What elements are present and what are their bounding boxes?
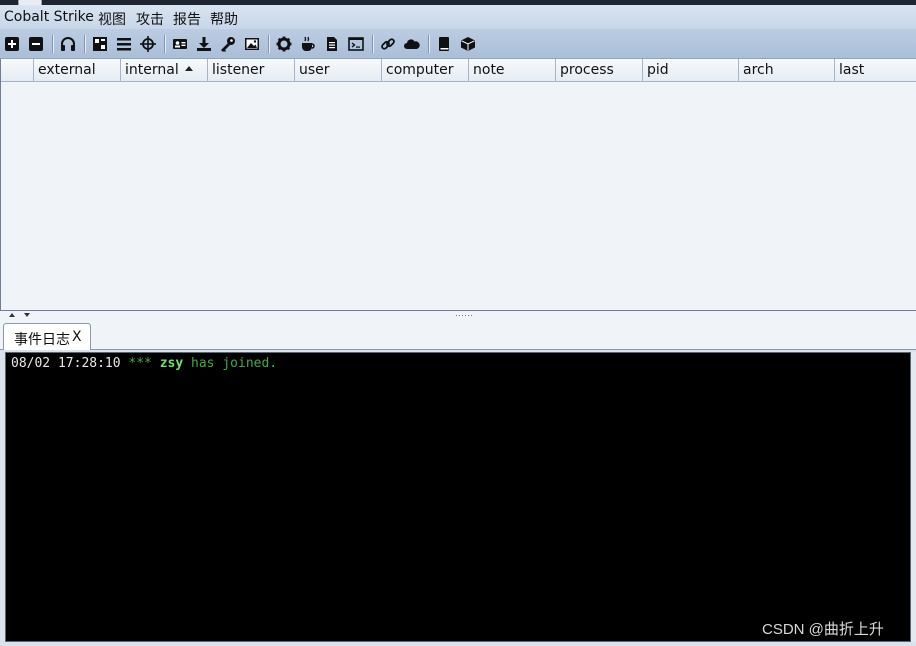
column-header-computer[interactable]: computer <box>382 59 469 82</box>
disconnect-icon[interactable] <box>27 35 45 53</box>
column-header-internal-label: internal <box>125 62 179 78</box>
event-log-console[interactable]: 08/02 17:28:10 *** zsy has joined. <box>5 352 911 642</box>
watermark: CSDN @曲折上升 <box>762 621 884 638</box>
log-timestamp: 08/02 17:28:10 <box>11 356 121 371</box>
hosted-files-cloud-icon[interactable] <box>403 35 421 53</box>
powershell-terminal-icon[interactable] <box>347 35 365 53</box>
tab-close-button[interactable]: X <box>72 329 82 345</box>
toolbar <box>0 29 916 59</box>
tab-event-log-label: 事件日志 <box>14 332 70 348</box>
pivot-graph-icon[interactable] <box>91 35 109 53</box>
menu-attacks[interactable]: 攻击 <box>136 9 164 29</box>
java-applet-coffee-icon[interactable] <box>299 35 317 53</box>
menu-reporting[interactable]: 报告 <box>173 9 201 29</box>
keystrokes-key-icon[interactable] <box>219 35 237 53</box>
column-header-icon[interactable] <box>1 59 34 82</box>
toolbar-separator <box>428 35 429 53</box>
panel-splitter[interactable] <box>0 311 916 320</box>
column-header-user[interactable]: user <box>295 59 382 82</box>
toolbar-separator <box>372 35 373 53</box>
toolbar-separator <box>164 35 165 53</box>
column-header-internal[interactable]: internal <box>121 59 208 82</box>
log-marker: *** <box>128 356 152 371</box>
menu-cobalt-strike[interactable]: Cobalt Strike <box>4 9 94 25</box>
column-header-process[interactable]: process <box>556 59 643 82</box>
menu-view[interactable]: 视图 <box>98 9 126 29</box>
targets-crosshair-icon[interactable] <box>139 35 157 53</box>
expand-down-icon[interactable] <box>24 313 30 317</box>
toolbar-separator <box>84 35 85 53</box>
toolbar-separator <box>268 35 269 53</box>
log-user: zsy <box>159 356 184 371</box>
event-log-panel: 08/02 17:28:10 *** zsy has joined. <box>0 350 916 646</box>
bottom-tab-bar: 事件日志 X <box>0 320 916 350</box>
sessions-table[interactable]: external internal listener user computer… <box>0 59 916 311</box>
tab-event-log[interactable]: 事件日志 X <box>3 323 91 350</box>
menu-help[interactable]: 帮助 <box>210 9 238 29</box>
log-line: 08/02 17:28:10 *** zsy has joined. <box>11 356 277 371</box>
credentials-icon[interactable] <box>171 35 189 53</box>
splitter-grip[interactable] <box>456 315 474 316</box>
support-box-icon[interactable] <box>459 35 477 53</box>
console-scrollbar[interactable] <box>911 352 916 642</box>
sort-ascending-icon <box>184 65 193 71</box>
column-header-last[interactable]: last <box>835 59 916 82</box>
payload-generator-gear-icon[interactable] <box>275 35 293 53</box>
log-message: has joined. <box>191 356 278 371</box>
column-header-note[interactable]: note <box>469 59 556 82</box>
column-header-listener[interactable]: listener <box>208 59 295 82</box>
column-header-external[interactable]: external <box>34 59 121 82</box>
downloads-icon[interactable] <box>195 35 213 53</box>
expand-up-icon[interactable] <box>9 313 15 317</box>
web-drive-by-link-icon[interactable] <box>379 35 397 53</box>
toolbar-separator <box>52 35 53 53</box>
office-macro-document-icon[interactable] <box>323 35 341 53</box>
column-header-arch[interactable]: arch <box>739 59 835 82</box>
table-header: external internal listener user computer… <box>1 59 916 82</box>
session-table-icon[interactable] <box>115 35 133 53</box>
menu-bar: Cobalt Strike 视图 攻击 报告 帮助 <box>0 5 916 29</box>
documentation-book-icon[interactable] <box>435 35 453 53</box>
new-connection-icon[interactable] <box>3 35 21 53</box>
column-header-pid[interactable]: pid <box>643 59 739 82</box>
screenshots-image-icon[interactable] <box>243 35 261 53</box>
listeners-headphones-icon[interactable] <box>59 35 77 53</box>
